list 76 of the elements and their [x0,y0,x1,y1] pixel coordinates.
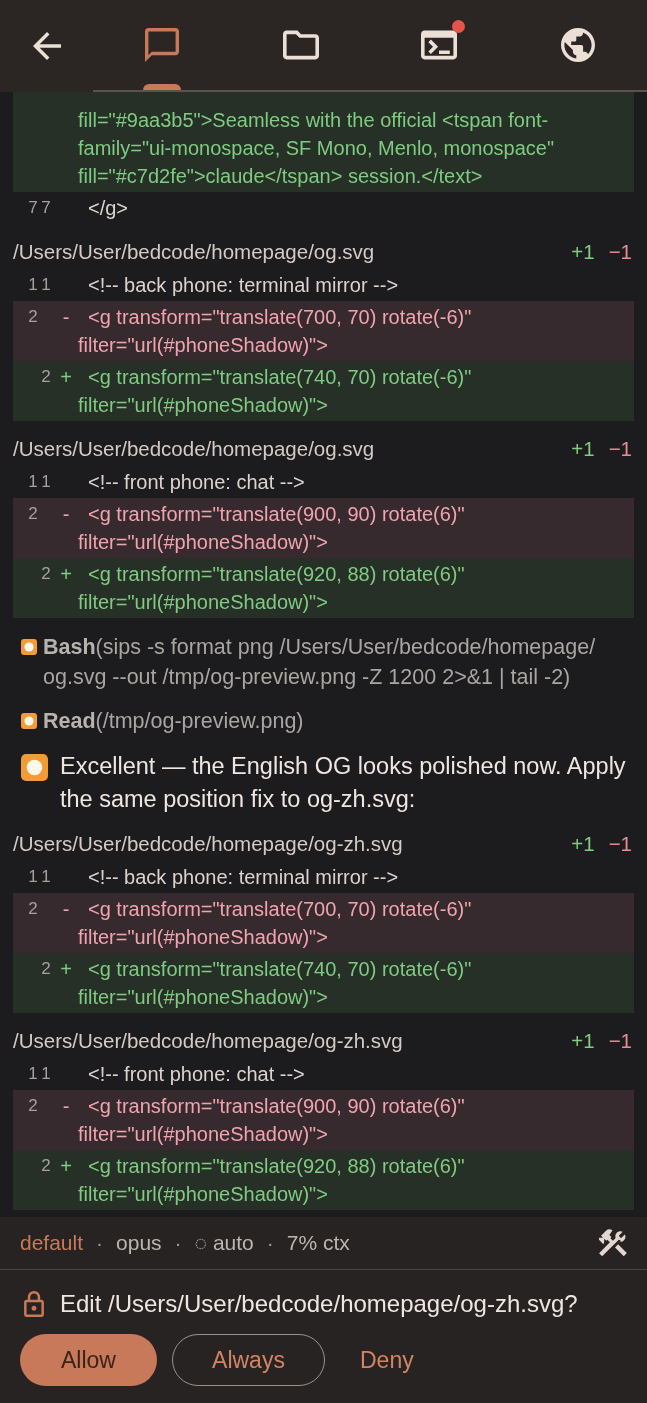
diff-sign: + [59,365,73,390]
code-line: </g> [87,196,130,221]
added-count: +1 [571,239,595,265]
diff-sign: - [61,1094,71,1119]
status-text: ◌ auto [194,1230,254,1257]
file-path: /Users/User/bedcode/homepage/og.svg [13,239,375,265]
line-number: 1 [27,274,39,296]
line-number: 1 [40,274,52,296]
message-text: Excellent — the English OG looks polished now. Apply the same position fix to og-zh.svg: [60,752,627,814]
file-path: /Users/User/bedcode/homepage/og.svg [13,436,375,462]
allow-button[interactable]: Allow [20,1334,157,1386]
code-line: fill="#9aa3b5">Seamless with the official <tspan font-family="ui-monospace, SF Mono, Menlo, monospace" fill="#c7d2fe">claude</tspan> session.</text> [78,108,556,189]
hammer-wrench-icon [599,1229,627,1257]
code-line: <!-- back phone: terminal mirror --> [87,273,400,298]
line-number: 2 [27,898,39,920]
code-line: <g transform="translate(900, 90) rotate(6)" filter="url(#phoneShadow)"> [78,1094,466,1147]
separator: · [174,1230,182,1257]
line-number: 1 [27,471,39,493]
lock-icon [24,1291,44,1317]
globe-icon [559,28,596,62]
file-path: /Users/User/bedcode/homepage/og-zh.svg [13,1028,403,1054]
diff-sign: - [61,305,71,330]
removed-count: −1 [608,436,632,462]
line-number: 1 [40,1063,52,1085]
added-count: +1 [571,1028,595,1054]
removed-count: −1 [608,831,632,857]
separator: · [266,1230,274,1257]
tool-call-text: Read(/tmp/og-preview.png) [43,708,304,735]
line-number: 2 [27,503,39,525]
status-text: opus [116,1230,162,1257]
terminal-icon [421,28,458,62]
code-line: <g transform="translate(740, 70) rotate(-6)" filter="url(#phoneShadow)"> [78,957,473,1010]
line-number: 2 [40,1155,52,1177]
code-line: <!-- front phone: chat --> [87,470,306,495]
chat-bubble-icon [144,28,181,62]
line-number: 1 [40,866,52,888]
line-number: 2 [27,1095,39,1117]
tool-call-text: Bash(sips -s format png /Users/User/bedcode/homepage/og.svg --out /tmp/og-preview.png -Z 1200 2>&1 | tail -2) [43,634,597,691]
diff-sign: + [59,957,73,982]
code-line: <g transform="translate(900, 90) rotate(6)" filter="url(#phoneShadow)"> [78,502,466,555]
line-number: 2 [40,563,52,585]
added-count: +1 [571,436,595,462]
status-text: 7% ctx [286,1230,350,1257]
line-number: 7 [40,197,52,219]
line-number: 2 [27,306,39,328]
diff-sign: + [59,562,73,587]
deny-button[interactable]: Deny [340,1334,434,1386]
line-number: 7 [27,197,39,219]
removed-count: −1 [608,1028,632,1054]
line-number: 1 [27,1063,39,1085]
file-path: /Users/User/bedcode/homepage/og-zh.svg [13,831,403,857]
code-line: <g transform="translate(920, 88) rotate(6)" filter="url(#phoneShadow)"> [78,562,466,615]
permission-prompt: Edit /Users/User/bedcode/homepage/og-zh.svg? [60,1290,578,1318]
diff-sign: - [61,897,71,922]
arrow-left-icon [32,32,61,60]
diff-sign: + [59,1154,73,1179]
code-line: <g transform="translate(920, 88) rotate(6)" filter="url(#phoneShadow)"> [78,1154,466,1207]
line-number: 2 [40,958,52,980]
removed-count: −1 [608,239,632,265]
code-line: <!-- front phone: chat --> [87,1062,306,1087]
code-line: <g transform="translate(700, 70) rotate(-6)" filter="url(#phoneShadow)"> [78,305,473,358]
mode-label: default [20,1230,84,1257]
diff-sign: - [61,502,71,527]
tools-button[interactable] [599,1229,627,1257]
bullet-square-icon [21,713,37,729]
code-line: <!-- back phone: terminal mirror --> [87,865,400,890]
code-line: <g transform="translate(700, 70) rotate(-6)" filter="url(#phoneShadow)"> [78,897,473,950]
separator: · [96,1230,104,1257]
bullet-square-icon [21,754,48,781]
folder-icon [282,28,319,62]
line-number: 1 [40,471,52,493]
added-count: +1 [571,831,595,857]
line-number: 1 [27,866,39,888]
bullet-square-icon [21,639,37,655]
line-number: 2 [40,366,52,388]
code-line: <g transform="translate(740, 70) rotate(-6)" filter="url(#phoneShadow)"> [78,365,473,418]
